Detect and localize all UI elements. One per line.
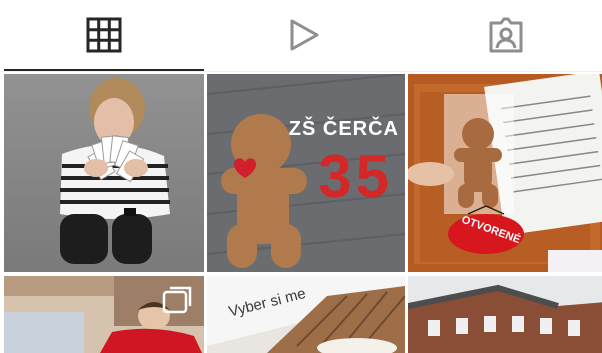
post-thumbnail[interactable] (4, 74, 204, 272)
tabs-divider (0, 71, 602, 72)
post-thumbnail[interactable]: Vyber si me (207, 276, 405, 353)
posts-grid: ZŠ ČERČA 35 OTVORENÉ Vyber si me (4, 74, 602, 353)
post-thumbnail[interactable] (408, 276, 602, 353)
tab-posts[interactable] (4, 0, 204, 70)
post-image (408, 74, 602, 272)
tab-reels[interactable] (204, 0, 404, 70)
post-thumbnail[interactable] (4, 276, 204, 353)
post-overlay-number: 35 (318, 143, 393, 210)
post-thumbnail[interactable]: ZŠ ČERČA 35 (207, 74, 405, 272)
tab-tagged[interactable] (406, 0, 602, 70)
profile-tabs (0, 0, 602, 72)
play-icon (290, 19, 319, 51)
tagged-person-icon (489, 17, 523, 53)
post-image (4, 74, 204, 272)
post-image (408, 276, 602, 353)
post-image (4, 276, 204, 353)
grid-icon (86, 17, 122, 53)
post-overlay-title: ZŠ ČERČA (288, 118, 399, 140)
post-thumbnail[interactable]: OTVORENÉ (408, 74, 602, 272)
